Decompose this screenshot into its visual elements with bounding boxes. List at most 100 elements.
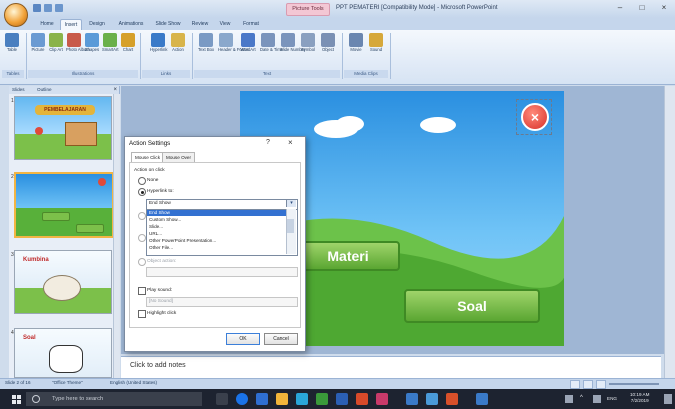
hyperlink-radio[interactable] — [138, 188, 146, 196]
text-box-icon — [199, 33, 213, 47]
sound-button[interactable]: Sound — [368, 33, 384, 52]
highlight-click-checkbox[interactable] — [138, 310, 146, 318]
chart-button[interactable]: Chart — [120, 33, 136, 52]
normal-view-icon[interactable] — [570, 380, 580, 389]
windows-start-icon[interactable] — [12, 395, 21, 404]
chevron-up-icon[interactable]: ^ — [580, 395, 587, 402]
people-icon[interactable] — [565, 395, 573, 403]
action-button[interactable]: Action — [170, 33, 186, 52]
picture-button[interactable]: Picture — [30, 33, 46, 52]
none-radio[interactable] — [138, 177, 146, 185]
tab-design[interactable]: Design — [85, 19, 109, 29]
tab-insert[interactable]: Insert — [60, 19, 82, 30]
dialog-close-icon[interactable]: × — [288, 138, 293, 147]
notifications-icon[interactable] — [664, 394, 672, 404]
tab-outline[interactable]: Outline — [37, 86, 52, 94]
notes-placeholder: Click to add notes — [130, 362, 186, 369]
table-button[interactable]: Table — [4, 33, 20, 52]
slide-thumbnail-4[interactable]: Soal — [14, 328, 112, 378]
hyperlink-button[interactable]: Hyperlink — [150, 33, 167, 52]
office-button[interactable] — [4, 3, 28, 27]
slide-number-button[interactable]: Slide Number — [280, 33, 305, 52]
clock[interactable]: 10:19 AM 7/2/2019 — [630, 392, 649, 404]
redo-icon[interactable] — [55, 4, 63, 12]
object-action-radio[interactable] — [138, 258, 146, 266]
object-action-select[interactable] — [146, 267, 298, 277]
cancel-button[interactable]: Cancel — [264, 333, 298, 345]
soal-button[interactable]: Soal — [404, 289, 540, 323]
app-icon[interactable] — [476, 393, 488, 405]
date-time-button[interactable]: Date & Time — [260, 33, 283, 52]
clip-art-button[interactable]: Clip Art — [48, 33, 64, 52]
close-icon[interactable]: × — [521, 103, 549, 131]
app-icon[interactable] — [296, 393, 308, 405]
photo-album-button[interactable]: Photo Album — [66, 33, 90, 52]
tab-format[interactable]: Format — [238, 19, 264, 29]
run-program-radio[interactable] — [138, 212, 146, 220]
notes-pane[interactable] — [121, 356, 661, 379]
dropdown-option[interactable]: URL... — [147, 231, 288, 237]
dropdown-option[interactable]: Other PowerPoint Presentation... — [147, 238, 288, 244]
wordart-button[interactable]: WordArt — [240, 33, 256, 52]
undo-icon[interactable] — [44, 4, 52, 12]
tab-slide-show[interactable]: Slide Show — [152, 19, 184, 29]
ribbon: Table Picture Clip Art Photo Album Shape… — [0, 30, 675, 85]
thumb-title: PEMBELAJARAN — [35, 105, 95, 115]
close-window-icon[interactable]: × — [659, 3, 669, 13]
movie-button[interactable]: Movie — [348, 33, 364, 52]
tab-slides[interactable]: Slides — [12, 86, 25, 94]
status-language[interactable]: English (United States) — [110, 380, 157, 385]
slide-thumbnail-2[interactable] — [14, 172, 114, 238]
dropdown-option[interactable]: End Show — [147, 210, 288, 216]
maximize-icon[interactable]: □ — [637, 3, 647, 13]
zoom-slider[interactable] — [609, 383, 659, 385]
run-macro-radio[interactable] — [138, 234, 146, 242]
group-tables: Tables — [2, 70, 24, 78]
tab-home[interactable]: Home — [38, 19, 56, 29]
tab-view[interactable]: View — [216, 19, 234, 29]
chevron-down-icon[interactable]: ▾ — [286, 200, 296, 207]
network-icon[interactable] — [593, 395, 601, 403]
slideshow-view-icon[interactable] — [596, 380, 606, 389]
movie-icon — [349, 33, 363, 47]
save-icon[interactable] — [33, 4, 41, 12]
tab-animations[interactable]: Animations — [114, 19, 148, 29]
header-footer-button[interactable]: Header & Footer — [218, 33, 249, 52]
wordart-icon — [241, 33, 255, 47]
file-explorer-icon[interactable] — [276, 393, 288, 405]
panel-scrollbar[interactable] — [113, 94, 120, 378]
powerpoint-icon[interactable] — [356, 393, 368, 405]
section-label: Action on click — [134, 168, 165, 173]
minimize-icon[interactable]: – — [615, 3, 625, 13]
slide-thumbnail-1[interactable]: PEMBELAJARAN — [14, 96, 112, 160]
app-icon[interactable] — [316, 393, 328, 405]
app-icon[interactable] — [406, 393, 418, 405]
slide-thumbnail-3[interactable]: Kumbina — [14, 250, 112, 314]
app-icon[interactable] — [376, 393, 388, 405]
ok-button[interactable]: OK — [226, 333, 260, 345]
smartart-button[interactable]: SmartArt — [102, 33, 119, 52]
dropdown-option[interactable]: Other File... — [147, 245, 288, 251]
close-panel-icon[interactable]: × — [113, 86, 117, 94]
play-sound-checkbox[interactable] — [138, 287, 146, 295]
task-view-icon[interactable] — [216, 393, 228, 405]
materi-button[interactable]: Materi — [296, 241, 400, 271]
vertical-scrollbar[interactable] — [664, 86, 675, 378]
powerpoint-active-icon[interactable] — [446, 393, 458, 405]
dropdown-option[interactable]: Custom Show... — [147, 217, 288, 223]
shapes-button[interactable]: Shapes — [84, 33, 100, 52]
object-button[interactable]: Object — [320, 33, 336, 52]
symbol-button[interactable]: Symbol — [300, 33, 316, 52]
word-icon[interactable] — [336, 393, 348, 405]
help-icon[interactable]: ? — [266, 139, 270, 146]
dropdown-scroll-thumb[interactable] — [287, 219, 294, 233]
tab-review[interactable]: Review — [188, 19, 212, 29]
dropdown-option[interactable]: Slide... — [147, 224, 288, 230]
app-icon[interactable] — [426, 393, 438, 405]
store-icon[interactable] — [256, 393, 268, 405]
slide-sorter-icon[interactable] — [583, 380, 593, 389]
clock-date: 7/2/2019 — [630, 398, 649, 403]
keyboard-language[interactable]: ENG — [607, 396, 617, 401]
text-box-button[interactable]: Text Box — [198, 33, 214, 52]
chrome-icon[interactable] — [236, 393, 248, 405]
